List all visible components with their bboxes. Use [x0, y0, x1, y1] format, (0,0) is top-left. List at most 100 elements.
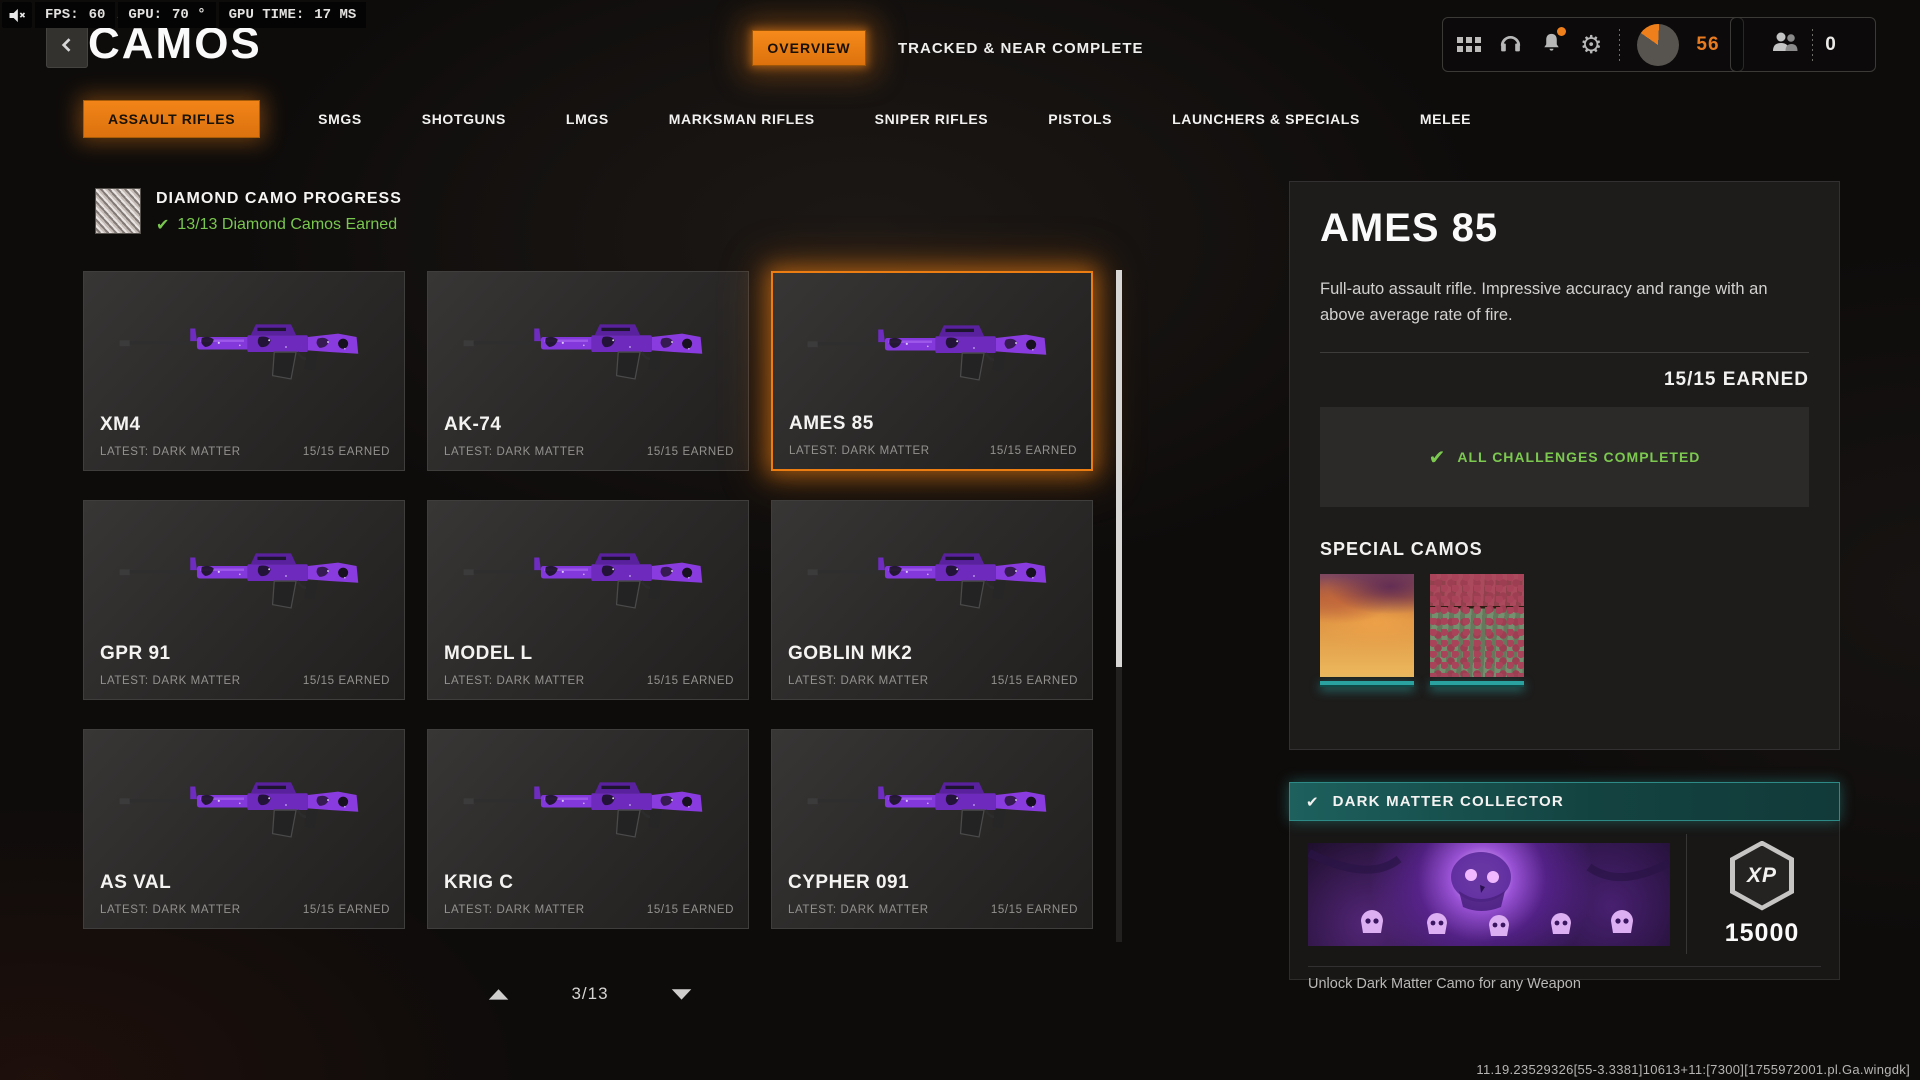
- weapon-latest-camo: LATEST: DARK MATTER: [444, 904, 585, 916]
- page-up-icon[interactable]: ▲: [489, 986, 509, 1002]
- gpu-time-counter: GPU TIME: 17 MS: [219, 2, 367, 28]
- weapon-card-xm4[interactable]: XM4 LATEST: DARK MATTER15/15 EARNED: [83, 271, 405, 471]
- divider: [1686, 834, 1687, 954]
- overview-button[interactable]: OVERVIEW: [752, 30, 866, 66]
- xp-badge-icon: XP: [1730, 841, 1794, 911]
- weapon-card-gpr-91[interactable]: GPR 91 LATEST: DARK MATTER15/15 EARNED: [83, 500, 405, 700]
- camos-screen: CHALLENGES FPS: 60 GPU: 70 ° GPU TIME: 1…: [0, 0, 1920, 1080]
- gpu-time-value: 17 MS: [314, 7, 356, 23]
- special-camo-swatch-1[interactable]: [1320, 574, 1414, 687]
- xp-reward-value: 15000: [1725, 919, 1800, 948]
- player-level-count: 56: [1696, 34, 1719, 56]
- tracked-near-complete-label[interactable]: TRACKED & NEAR COMPLETE: [898, 40, 1144, 57]
- settings-gear-icon[interactable]: ⚙: [1580, 32, 1602, 57]
- weapon-name: CYPHER 091: [788, 872, 909, 894]
- weapon-earned-count: 15/15 EARNED: [647, 904, 734, 916]
- fps-label: FPS:: [45, 7, 79, 23]
- weapon-earned-count: 15/15 EARNED: [303, 446, 390, 458]
- build-version-string: 11.19.23529326[55-3.3381]10613+11:[7300]…: [1476, 1062, 1910, 1077]
- weapon-name: KRIG C: [444, 872, 514, 894]
- special-camos-row: [1320, 574, 1809, 687]
- weapon-card-goblin-mk2[interactable]: GOBLIN MK2 LATEST: DARK MATTER15/15 EARN…: [771, 500, 1093, 700]
- weapon-latest-camo: LATEST: DARK MATTER: [444, 446, 585, 458]
- tab-smgs[interactable]: SMGS: [316, 101, 364, 137]
- grid-scrollbar[interactable]: [1116, 270, 1122, 942]
- detail-weapon-description: Full-auto assault rifle. Impressive accu…: [1320, 277, 1800, 328]
- tab-pistols[interactable]: PISTOLS: [1046, 101, 1114, 137]
- tab-lmgs[interactable]: LMGS: [564, 101, 611, 137]
- weapon-latest-camo: LATEST: DARK MATTER: [788, 904, 929, 916]
- grid-pager: ▲ 3/13 ▼: [492, 984, 688, 1004]
- weapon-earned-count: 15/15 EARNED: [991, 904, 1078, 916]
- dark-matter-collector-card[interactable]: ✔ DARK MATTER COLLECTOR: [1289, 782, 1840, 980]
- weapon-detail-panel: AMES 85 Full-auto assault rifle. Impress…: [1289, 181, 1840, 750]
- check-icon: ✔: [156, 215, 169, 234]
- diamond-progress-title: DIAMOND CAMO PROGRESS: [156, 190, 402, 208]
- weapon-image: [462, 756, 714, 854]
- weapon-earned-count: 15/15 EARNED: [647, 675, 734, 687]
- back-button[interactable]: [46, 26, 88, 68]
- player-emblem[interactable]: [1637, 24, 1679, 66]
- page-down-icon[interactable]: ▼: [672, 986, 692, 1002]
- weapon-name: AMES 85: [789, 413, 874, 435]
- tab-assault-rifles[interactable]: ASSAULT RIFLES: [83, 100, 260, 138]
- tab-melee[interactable]: MELEE: [1418, 101, 1473, 137]
- dark-matter-artwork: [1308, 843, 1670, 946]
- weapon-latest-camo: LATEST: DARK MATTER: [789, 445, 930, 457]
- camo-unlocked-bar: [1320, 681, 1414, 687]
- special-camo-swatch-2[interactable]: [1430, 574, 1524, 687]
- weapon-name: MODEL L: [444, 643, 533, 665]
- weapon-earned-count: 15/15 EARNED: [990, 445, 1077, 457]
- weapon-name: GOBLIN MK2: [788, 643, 912, 665]
- gpu-time-label: GPU TIME:: [229, 7, 305, 23]
- gpu-label: GPU:: [128, 7, 162, 23]
- weapon-card-as-val[interactable]: AS VAL LATEST: DARK MATTER15/15 EARNED: [83, 729, 405, 929]
- camo-preview-image: [1430, 574, 1524, 677]
- check-icon: ✔: [1306, 793, 1319, 811]
- weapon-name: AK-74: [444, 414, 501, 436]
- weapon-image: [118, 756, 370, 854]
- weapon-card-ak-74[interactable]: AK-74 LATEST: DARK MATTER15/15 EARNED: [427, 271, 749, 471]
- detail-earned-count: 15/15 EARNED: [1320, 369, 1809, 391]
- weapon-earned-count: 15/15 EARNED: [303, 675, 390, 687]
- weapon-latest-camo: LATEST: DARK MATTER: [788, 675, 929, 687]
- weapon-class-tabbar: ASSAULT RIFLES SMGS SHOTGUNS LMGS MARKSM…: [83, 100, 1473, 138]
- tab-marksman-rifles[interactable]: MARKSMAN RIFLES: [667, 101, 817, 137]
- weapon-card-ames-85[interactable]: AMES 85 LATEST: DARK MATTER 15/15 EARNED: [771, 271, 1093, 471]
- weapon-latest-camo: LATEST: DARK MATTER: [444, 675, 585, 687]
- weapon-image: [462, 527, 714, 625]
- party-box[interactable]: 0: [1730, 17, 1876, 72]
- divider: [1619, 29, 1620, 61]
- detail-weapon-title: AMES 85: [1320, 206, 1809, 251]
- tab-sniper-rifles[interactable]: SNIPER RIFLES: [873, 101, 991, 137]
- divider: [1320, 352, 1809, 353]
- weapon-image: [462, 298, 714, 396]
- notifications-bell-icon[interactable]: [1540, 31, 1563, 59]
- weapon-image: [118, 298, 370, 396]
- menu-grid-icon[interactable]: [1457, 37, 1481, 52]
- weapon-card-model-l[interactable]: MODEL L LATEST: DARK MATTER 15/15 EARNED: [427, 500, 749, 700]
- weapon-image: [806, 527, 1058, 625]
- weapon-card-cypher-091[interactable]: CYPHER 091 LATEST: DARK MATTER 15/15 EARN…: [771, 729, 1093, 929]
- weapon-latest-camo: LATEST: DARK MATTER: [100, 675, 241, 687]
- grid-scrollbar-thumb[interactable]: [1116, 270, 1122, 667]
- check-icon: ✔: [1429, 445, 1446, 469]
- diamond-progress-status: 13/13 Diamond Camos Earned: [177, 216, 397, 234]
- tab-launchers-specials[interactable]: LAUNCHERS & SPECIALS: [1170, 101, 1362, 137]
- weapon-grid: XM4 LATEST: DARK MATTER15/15 EARNED AK-7…: [83, 271, 1093, 929]
- gpu-counter: GPU: 70 °: [118, 2, 215, 28]
- weapon-image: [806, 299, 1058, 397]
- all-challenges-completed-label: ALL CHALLENGES COMPLETED: [1457, 449, 1700, 465]
- fps-value: 60: [89, 7, 106, 23]
- weapon-card-krig-c[interactable]: KRIG C LATEST: DARK MATTER 15/15 EARNED: [427, 729, 749, 929]
- weapon-latest-camo: LATEST: DARK MATTER: [100, 446, 241, 458]
- hud-utility-box: ⚙ 56: [1442, 17, 1744, 72]
- headset-icon[interactable]: [1498, 30, 1523, 60]
- gpu-value: 70 °: [172, 7, 206, 23]
- diamond-camo-thumbnail: [95, 188, 141, 234]
- xp-label: XP: [1747, 864, 1777, 888]
- weapon-image: [118, 527, 370, 625]
- tab-shotguns[interactable]: SHOTGUNS: [420, 101, 508, 137]
- all-challenges-completed-box: ✔ ALL CHALLENGES COMPLETED: [1320, 407, 1809, 507]
- camo-unlocked-bar: [1430, 681, 1524, 687]
